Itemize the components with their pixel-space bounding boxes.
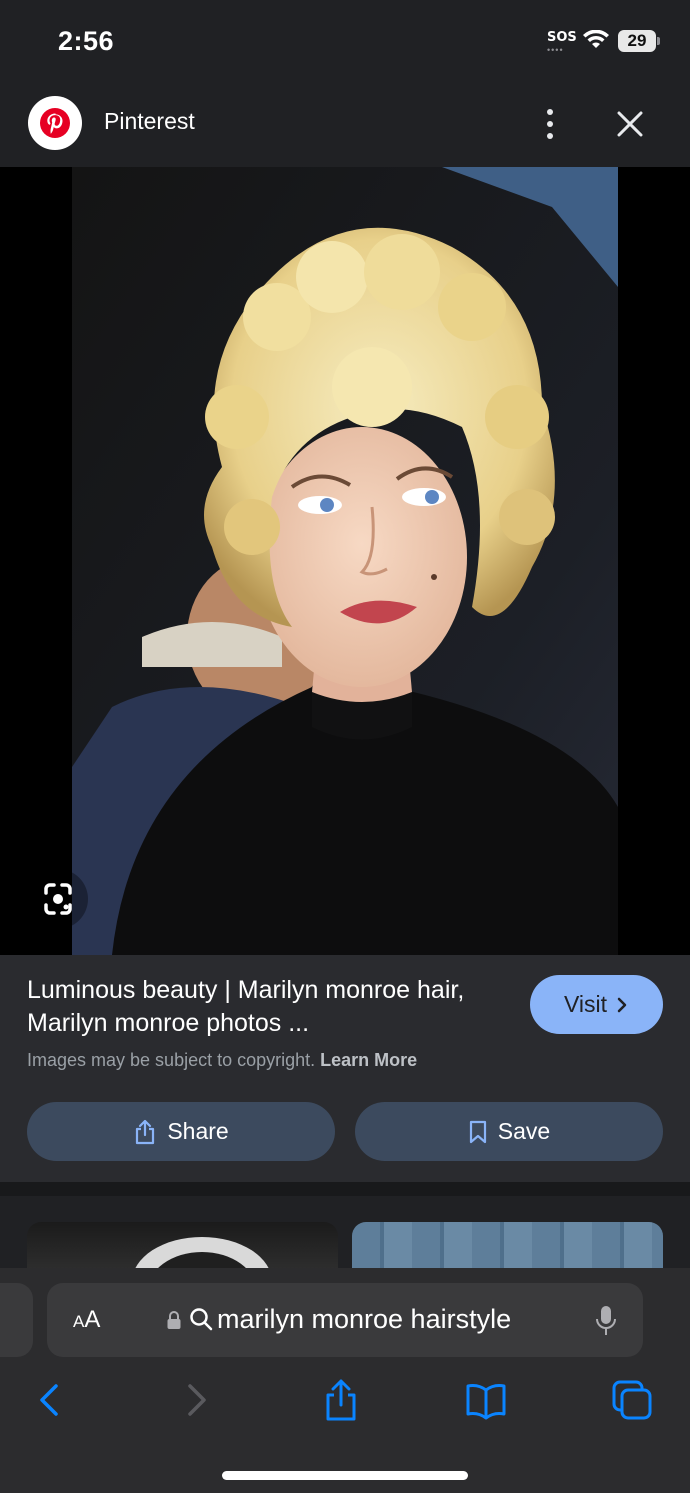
share-icon [136, 1119, 155, 1144]
save-button-label: Save [497, 1118, 551, 1144]
aa-large-letter: A [84, 1306, 101, 1333]
image-preview-frame [0, 167, 690, 955]
bookmarks-icon[interactable] [464, 1378, 508, 1422]
page-settings-button[interactable]: AA [73, 1306, 100, 1334]
result-title[interactable]: Luminous beauty | Marilyn monroe hair, M… [27, 974, 497, 1040]
home-indicator [222, 1471, 468, 1480]
close-icon[interactable] [612, 106, 648, 142]
related-images [0, 1196, 690, 1276]
back-icon[interactable] [30, 1378, 74, 1422]
share-button-label: Share [167, 1118, 229, 1144]
lens-icon[interactable] [28, 869, 88, 929]
chevron-right-icon [617, 997, 627, 1012]
result-image[interactable] [72, 167, 618, 955]
search-icon [190, 1308, 213, 1331]
lock-icon [167, 1311, 181, 1329]
signal-dots-icon: •••• [547, 45, 564, 55]
share-button[interactable]: Share [27, 1102, 335, 1161]
tabs-icon[interactable] [610, 1378, 654, 1422]
wifi-icon [583, 30, 609, 48]
status-time: 2:56 [58, 26, 115, 56]
pinterest-p-icon [40, 108, 70, 138]
previous-tab-preview[interactable] [0, 1283, 33, 1357]
pinterest-logo-icon [28, 96, 82, 150]
battery-tip [657, 37, 660, 45]
more-vertical-icon[interactable] [536, 106, 564, 142]
learn-more-link[interactable]: Learn More [320, 1050, 417, 1070]
aa-small-letter: A [73, 1312, 85, 1331]
copyright-notice: Images may be subject to copyright. Lear… [27, 1050, 417, 1071]
source-site-name[interactable]: Pinterest [104, 108, 195, 135]
share-icon[interactable] [319, 1378, 363, 1422]
battery-indicator: 29 [618, 30, 656, 52]
section-divider [0, 1182, 690, 1196]
sos-indicator: SOS [547, 30, 577, 45]
url-text[interactable]: marilyn monroe hairstyle [217, 1304, 511, 1335]
forward-icon[interactable] [176, 1378, 220, 1422]
visit-button[interactable]: Visit [530, 975, 663, 1034]
mic-icon[interactable] [594, 1304, 618, 1338]
visit-button-label: Visit [563, 991, 608, 1017]
bookmark-icon [469, 1120, 486, 1143]
copyright-text: Images may be subject to copyright. [27, 1050, 316, 1070]
save-button[interactable]: Save [355, 1102, 663, 1161]
